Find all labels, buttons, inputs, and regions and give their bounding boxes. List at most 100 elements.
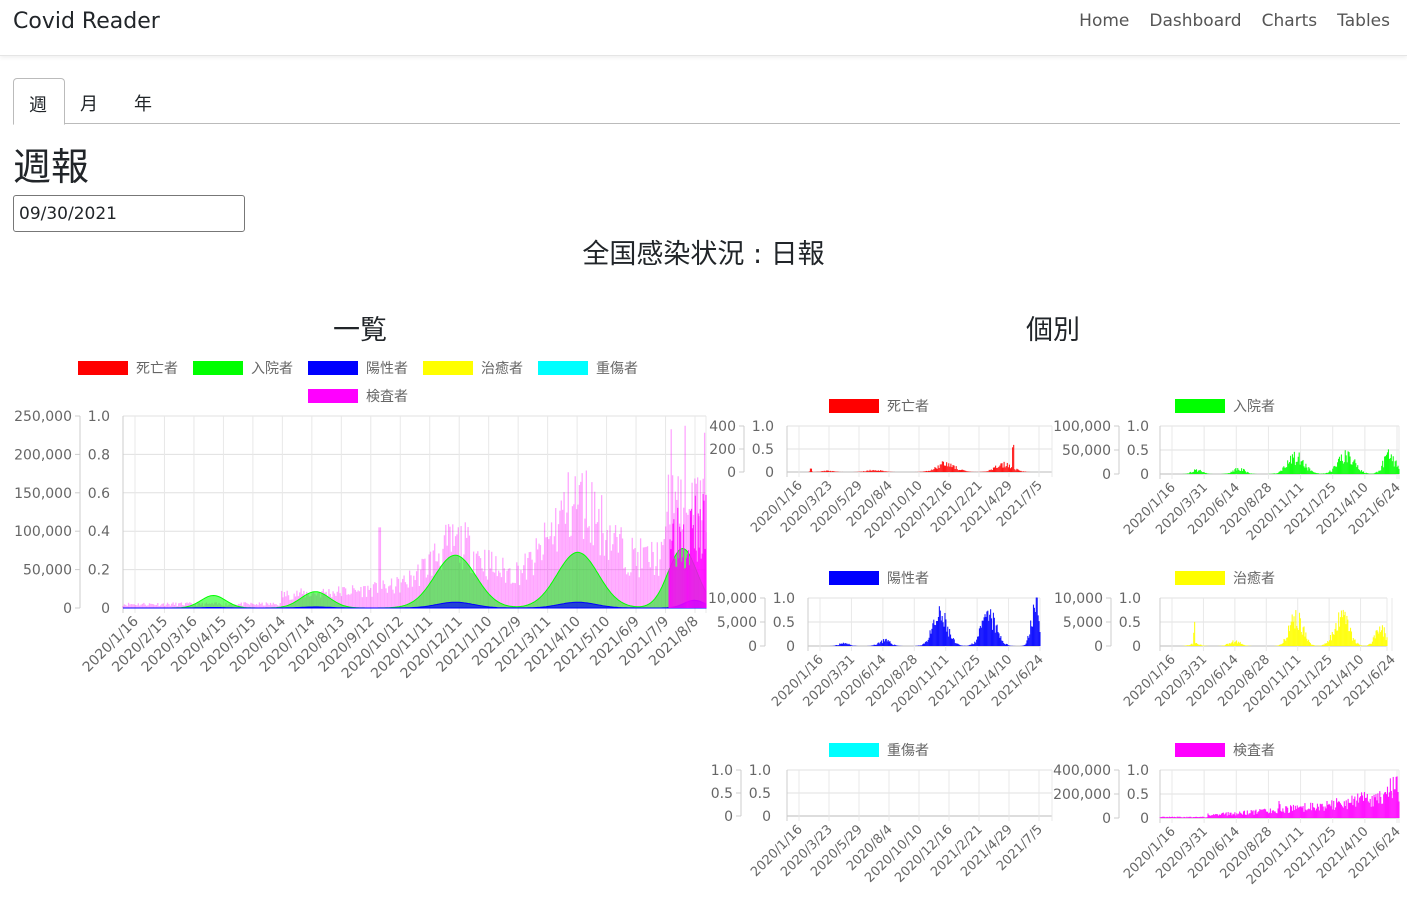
legend-label: 検査者 [366, 389, 408, 405]
x-tick-label: 2021/1/10 [433, 614, 495, 676]
y-tick-left: 200,000 [14, 447, 72, 463]
x-tick-label: 2021/1/25 [926, 652, 984, 710]
series-area [123, 599, 707, 609]
x-tick-label: 2021/1/25 [1278, 652, 1336, 710]
legend-label: 陽性者 [366, 361, 408, 377]
x-tick-label: 2020/10/12 [339, 614, 407, 682]
x-tick-label: 2020/8/4 [844, 478, 896, 530]
series-area [123, 547, 707, 609]
x-tick-label: 2021/2/21 [928, 478, 986, 536]
period-tabs: 週 月 年 [13, 78, 1400, 125]
x-tick-label: 2020/3/23 [778, 478, 836, 536]
legend-label: 検査者 [1233, 743, 1275, 759]
y-tick-right: 0 [762, 809, 771, 825]
y-tick-right: 0.5 [1119, 615, 1141, 631]
chart-tested: 検査者400,000 1.0200,000 0.50 02020/1/162020/3… [1053, 743, 1404, 888]
y-tick-left: 400 [709, 419, 736, 435]
legend-swatch-0 [1175, 743, 1225, 757]
x-tick-label: 2021/4/10 [1314, 824, 1372, 882]
individual-title: 個別 [1026, 315, 1080, 346]
top-navbar: Covid Reader Home Dashboard Charts Table… [0, 0, 1407, 56]
x-tick-label: 2021/7/9 [617, 614, 673, 670]
x-tick-label: 2021/2/21 [928, 822, 986, 880]
legend-swatch-3 [423, 361, 473, 375]
x-tick-label: 2021/7/5 [994, 822, 1046, 874]
x-tick-label: 2020/6/14 [1185, 824, 1243, 882]
x-tick-label: 2021/6/24 [1341, 652, 1399, 710]
legend-label: 治癒者 [481, 361, 523, 377]
y-tick-right: 1.0 [88, 409, 110, 425]
y-tick-left: 400,000 [1053, 763, 1111, 779]
x-tick-label: 2020/9/12 [316, 614, 378, 676]
legend-swatch-2 [308, 361, 358, 375]
x-tick-label: 2020/1/16 [1121, 652, 1179, 710]
legend-swatch-4 [538, 361, 588, 375]
y-tick-left: 0 [1094, 639, 1103, 655]
y-tick-right: 0.5 [1127, 443, 1149, 459]
x-tick-label: 2020/11/11 [1244, 824, 1308, 888]
y-tick-right: 0.5 [749, 786, 771, 802]
chart-deaths: 死亡者400 1.0200 0.50 02020/1/162020/3/232020/… [709, 399, 1053, 542]
x-tick-label: 2021/8/8 [646, 614, 702, 670]
x-tick-label: 2021/1/25 [1282, 824, 1340, 882]
y-tick-left: 0 [1102, 811, 1111, 827]
y-tick-right: 1.0 [749, 763, 771, 779]
x-tick-label: 2020/3/31 [1153, 480, 1211, 538]
x-tick-label: 2020/1/16 [1121, 480, 1179, 538]
x-tick-label: 2020/10/10 [862, 822, 926, 886]
y-tick-left: 200 [709, 442, 736, 458]
y-tick-right: 0.2 [88, 563, 110, 579]
y-tick-left: 0 [748, 639, 757, 655]
tab-month[interactable]: 月 [65, 78, 113, 124]
x-tick-label: 2020/6/14 [1184, 652, 1242, 710]
x-tick-label: 2020/3/31 [1153, 652, 1211, 710]
x-tick-label: 2020/8/4 [844, 822, 896, 874]
x-tick-label: 2020/8/28 [1218, 824, 1276, 882]
legend-swatch-0 [829, 743, 879, 757]
y-tick-left: 0 [727, 465, 736, 481]
x-tick-label: 2021/6/24 [1346, 824, 1404, 882]
x-tick-label: 2020/11/11 [1241, 652, 1305, 716]
brand-logo[interactable]: Covid Reader [13, 9, 160, 34]
legend-label: 入院者 [251, 361, 293, 377]
y-tick-left: 50,000 [23, 563, 72, 579]
x-tick-label: 2020/11/11 [889, 652, 953, 716]
x-tick-label: 2021/6/24 [989, 652, 1047, 710]
nav-tables[interactable]: Tables [1337, 11, 1390, 31]
overview-title: 一覧 [333, 315, 387, 346]
chart-overview: 死亡者 入院者 陽性者 治癒者 重傷者検査者 250,000 1.0 200,000 0.8 15… [14, 361, 707, 682]
tab-week[interactable]: 週 [13, 78, 65, 125]
legend-label: 死亡者 [136, 361, 178, 377]
y-tick-right: 0.6 [88, 486, 110, 502]
y-tick-right: 1.0 [752, 419, 774, 435]
x-tick-label: 2020/1/16 [748, 822, 806, 880]
x-tick-label: 2020/6/14 [227, 613, 289, 675]
nav-dashboard[interactable]: Dashboard [1149, 11, 1241, 31]
x-tick-label: 2021/4/10 [1314, 480, 1372, 538]
nav-home[interactable]: Home [1079, 11, 1129, 31]
date-input[interactable] [13, 195, 245, 232]
legend-swatch-0 [829, 399, 879, 413]
x-tick-label: 2020/10/10 [862, 478, 926, 542]
y-tick-right: 0 [786, 639, 795, 655]
x-tick-label: 2021/4/10 [958, 652, 1016, 710]
x-tick-label: 2021/3/11 [492, 614, 554, 676]
x-tick-label: 2020/5/15 [198, 614, 260, 676]
charts-canvas: 死亡者 入院者 陽性者 治癒者 重傷者検査者250,000 1.0200,000 0.815… [14, 361, 1404, 888]
x-tick-label: 2021/4/29 [958, 822, 1016, 880]
y-tick-left: 200,000 [1053, 787, 1111, 803]
x-tick-label: 2020/8/28 [1218, 480, 1276, 538]
y-tick-right: 0 [101, 601, 110, 617]
x-tick-label: 2020/1/16 [769, 652, 827, 710]
page-heading: 週報 [13, 145, 90, 189]
y-tick-left: 50,000 [1062, 443, 1111, 459]
nav-charts[interactable]: Charts [1262, 11, 1318, 31]
x-tick-label: 2020/6/14 [832, 652, 890, 710]
tab-year[interactable]: 年 [119, 78, 167, 124]
x-tick-label: 2020/12/16 [892, 478, 956, 542]
nav-links: Home Dashboard Charts Tables [1059, 11, 1390, 31]
x-tick-label: 2021/7/5 [994, 478, 1046, 530]
legend-swatch-1 [193, 361, 243, 375]
x-tick-label: 2020/3/31 [801, 652, 859, 710]
x-tick-label: 2020/4/15 [168, 614, 230, 676]
